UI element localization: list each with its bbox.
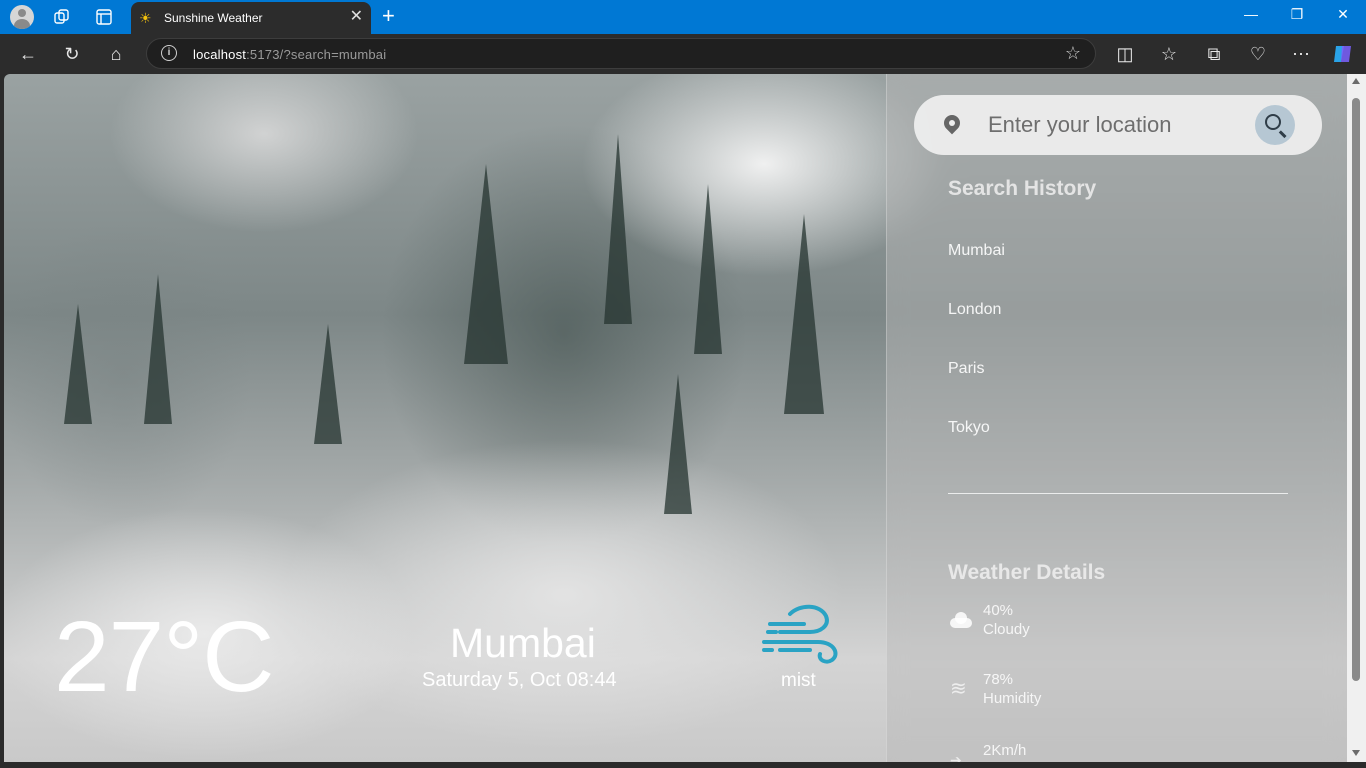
- home-icon[interactable]: ⌂: [104, 42, 128, 66]
- collections-icon[interactable]: ⧉: [1202, 42, 1226, 66]
- tab-title: Sunshine Weather: [164, 11, 263, 25]
- background-tree: [144, 274, 172, 424]
- favorites-icon[interactable]: ☆: [1157, 42, 1181, 66]
- page-scrollbar[interactable]: [1347, 74, 1366, 762]
- copilot-icon[interactable]: [1331, 42, 1355, 66]
- wind-speed-icon: ➔: [950, 752, 962, 762]
- history-item[interactable]: Mumbai: [948, 242, 1005, 260]
- more-menu-icon[interactable]: ⋯: [1289, 42, 1313, 66]
- tab-close-icon[interactable]: ✕: [350, 9, 363, 25]
- background-tree: [464, 164, 508, 364]
- history-item[interactable]: Tokyo: [948, 419, 990, 437]
- refresh-icon[interactable]: ↻: [60, 42, 84, 66]
- detail-value: 2Km/h: [983, 742, 1027, 759]
- location-input[interactable]: [988, 107, 1238, 143]
- date-time: Saturday 5, Oct 08:44: [422, 669, 617, 691]
- background-tree: [314, 324, 342, 444]
- detail-label: Humidity: [983, 690, 1042, 707]
- active-tab[interactable]: ☀ Sunshine Weather ✕: [131, 2, 371, 34]
- weather-condition: mist: [781, 670, 816, 691]
- browser-toolbar: ← ↻ ⌂ i localhost:5173/?search=mumbai ☆ …: [0, 34, 1366, 74]
- history-item[interactable]: Paris: [948, 360, 984, 378]
- browser-essentials-icon[interactable]: ♡: [1246, 42, 1270, 66]
- background-tree: [64, 304, 92, 424]
- detail-label: Cloudy: [983, 621, 1030, 638]
- browser-tab-bar: ☀ Sunshine Weather ✕ + — ❐ ✕: [0, 0, 1366, 34]
- address-bar[interactable]: i localhost:5173/?search=mumbai ☆: [146, 38, 1096, 69]
- background-tree: [604, 134, 632, 324]
- scroll-down-icon[interactable]: [1352, 750, 1360, 756]
- window-bottom-edge: [0, 762, 1366, 768]
- mist-wind-icon: [762, 604, 838, 664]
- url-text[interactable]: localhost:5173/?search=mumbai: [193, 47, 386, 62]
- location-pin-icon: [940, 111, 964, 135]
- side-panel: Search History Mumbai London Paris Tokyo…: [886, 74, 1347, 762]
- sun-favicon-icon: ☀: [139, 10, 152, 26]
- divider: [948, 493, 1288, 494]
- weather-app: 27°C Mumbai Saturday 5, Oct 08:44 mist S…: [4, 74, 1347, 762]
- city-name: Mumbai: [450, 620, 596, 666]
- search-history-heading: Search History: [948, 177, 1097, 200]
- workspaces-icon[interactable]: [50, 5, 74, 29]
- history-item[interactable]: London: [948, 301, 1001, 319]
- cloud-icon: [948, 612, 972, 628]
- window-close-icon[interactable]: ✕: [1328, 6, 1358, 23]
- profile-avatar[interactable]: [10, 5, 34, 29]
- background-tree: [784, 214, 824, 414]
- background-tree: [694, 184, 722, 354]
- current-temperature: 27°C: [54, 601, 274, 713]
- scrollbar-thumb[interactable]: [1352, 98, 1360, 681]
- search-icon: [1265, 114, 1281, 130]
- search-button[interactable]: [1255, 105, 1295, 145]
- favorite-star-icon[interactable]: ☆: [1065, 43, 1081, 64]
- minimize-icon[interactable]: —: [1236, 6, 1266, 22]
- site-info-icon[interactable]: i: [161, 45, 177, 61]
- tab-actions-icon[interactable]: [92, 5, 116, 29]
- split-screen-icon[interactable]: ◫: [1113, 42, 1137, 66]
- scroll-up-icon[interactable]: [1352, 78, 1360, 84]
- new-tab-icon[interactable]: +: [382, 4, 395, 28]
- detail-value: 40%: [983, 602, 1014, 619]
- background-tree: [664, 374, 692, 514]
- back-icon[interactable]: ←: [16, 42, 40, 66]
- humidity-icon: ≋: [950, 678, 967, 700]
- detail-value: 78%: [983, 671, 1014, 688]
- weather-details-heading: Weather Details: [948, 561, 1106, 584]
- restore-icon[interactable]: ❐: [1282, 6, 1312, 23]
- search-bar: [914, 95, 1322, 155]
